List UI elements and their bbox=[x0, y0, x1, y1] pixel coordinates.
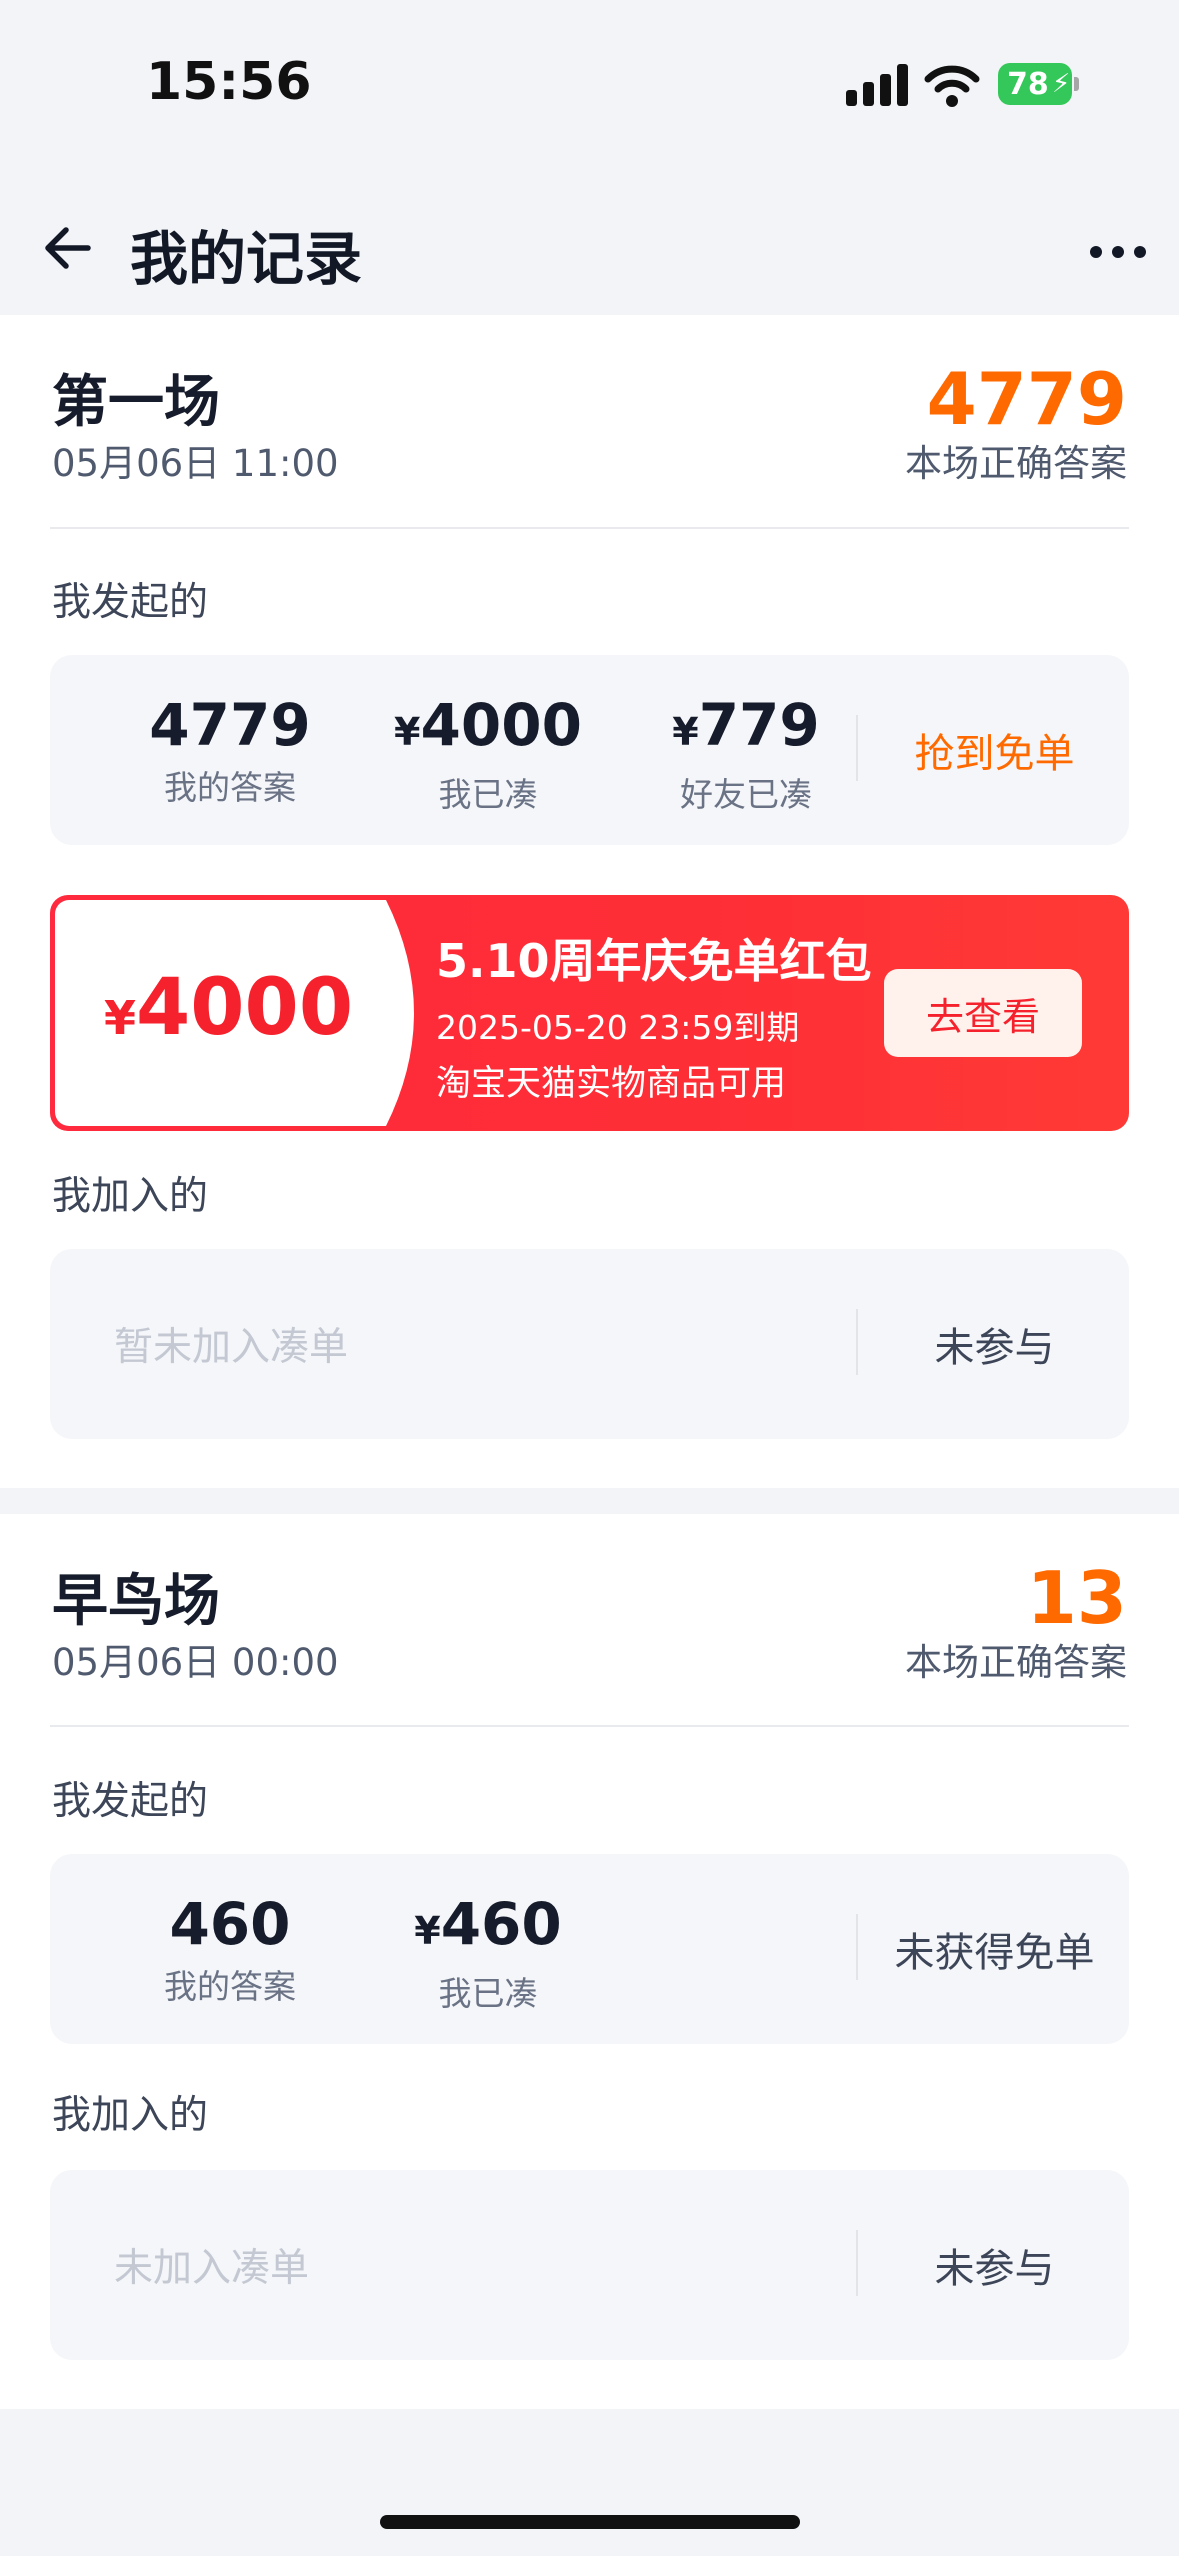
nav-bar: 我的记录 bbox=[0, 180, 1179, 315]
correct-answer-value: 4779 bbox=[926, 357, 1127, 441]
more-options-icon[interactable] bbox=[1090, 242, 1146, 262]
session-card: 早鸟场 05月06日 00:00 13 本场正确答案 我发起的 460 我的答案… bbox=[0, 1514, 1179, 2409]
my-answer-stat: 460 我的答案 bbox=[130, 1892, 330, 2008]
my-paid-label: 我已凑 bbox=[438, 1974, 538, 2013]
correct-answer-value: 13 bbox=[1026, 1556, 1127, 1640]
coupon-scope: 淘宝天猫实物商品可用 bbox=[436, 1064, 787, 1104]
my-answer-label: 我的答案 bbox=[164, 1967, 296, 2006]
initiated-section-label: 我发起的 bbox=[52, 1779, 209, 1824]
friend-paid-stat: ¥779 好友已凑 bbox=[646, 693, 846, 816]
home-indicator[interactable] bbox=[380, 2515, 800, 2529]
coupon-curve-decoration bbox=[350, 900, 414, 1126]
session-name: 第一场 bbox=[52, 370, 220, 435]
coupon-amount: ¥4000 bbox=[104, 963, 353, 1053]
my-answer-stat: 4779 我的答案 bbox=[130, 693, 330, 809]
session-name: 早鸟场 bbox=[52, 1569, 220, 1634]
coupon-expiry: 2025-05-20 23:59到期 bbox=[436, 1008, 800, 1047]
session-time: 05月06日 00:00 bbox=[52, 1641, 339, 1684]
currency-symbol: ¥ bbox=[414, 1909, 441, 1953]
divider bbox=[50, 527, 1129, 529]
my-paid-value: 460 bbox=[440, 1890, 562, 1958]
joined-section-label: 我加入的 bbox=[52, 2093, 209, 2138]
view-coupon-button[interactable]: 去查看 bbox=[884, 969, 1082, 1057]
my-answer-label: 我的答案 bbox=[164, 768, 296, 807]
back-arrow-icon[interactable] bbox=[40, 220, 96, 276]
correct-answer-label: 本场正确答案 bbox=[905, 442, 1127, 485]
my-paid-label: 我已凑 bbox=[438, 775, 538, 814]
status-time: 15:56 bbox=[146, 52, 312, 112]
session-time: 05月06日 11:00 bbox=[52, 442, 339, 485]
my-paid-stat: ¥4000 我已凑 bbox=[388, 693, 588, 816]
my-answer-value: 4779 bbox=[149, 691, 311, 759]
friend-paid-label: 好友已凑 bbox=[680, 775, 812, 814]
currency-symbol: ¥ bbox=[104, 991, 137, 1045]
charging-bolt-icon: ⚡ bbox=[1052, 69, 1071, 99]
wifi-icon bbox=[924, 65, 980, 107]
session-card: 第一场 05月06日 11:00 4779 本场正确答案 我发起的 4779 我… bbox=[0, 315, 1179, 1488]
initiated-stats: 4779 我的答案 ¥4000 我已凑 ¥779 好友已凑 抢到免单 bbox=[50, 655, 1129, 845]
my-paid-value: 4000 bbox=[420, 691, 582, 759]
divider bbox=[856, 2230, 858, 2296]
coupon-amount-value: 4000 bbox=[136, 963, 354, 1053]
free-order-result: 未获得免单 bbox=[894, 1930, 1095, 1976]
friend-paid-value: 779 bbox=[698, 691, 820, 759]
initiated-stats: 460 我的答案 ¥460 我已凑 未获得免单 bbox=[50, 1854, 1129, 2044]
currency-symbol: ¥ bbox=[672, 710, 699, 754]
joined-empty-text: 未加入凑单 bbox=[114, 2246, 310, 2291]
cellular-signal-icon bbox=[846, 64, 908, 106]
divider bbox=[50, 1725, 1129, 1727]
joined-section-label: 我加入的 bbox=[52, 1174, 209, 1219]
divider bbox=[856, 1309, 858, 1375]
battery-icon: 78 ⚡ bbox=[998, 63, 1079, 105]
free-order-result[interactable]: 抢到免单 bbox=[860, 655, 1129, 845]
divider bbox=[856, 715, 858, 781]
joined-empty-text: 暂未加入凑单 bbox=[114, 1325, 349, 1370]
coupon-title: 5.10周年庆免单红包 bbox=[436, 934, 872, 988]
my-paid-stat: ¥460 我已凑 bbox=[388, 1892, 588, 2015]
joined-result: 未参与 bbox=[934, 1325, 1055, 1371]
page-title: 我的记录 bbox=[130, 225, 363, 293]
my-answer-value: 460 bbox=[169, 1890, 291, 1958]
correct-answer-label: 本场正确答案 bbox=[905, 1641, 1127, 1684]
currency-symbol: ¥ bbox=[394, 710, 421, 754]
red-packet-coupon[interactable]: ¥4000 5.10周年庆免单红包 2025-05-20 23:59到期 淘宝天… bbox=[50, 895, 1129, 1131]
joined-stats: 暂未加入凑单 未参与 bbox=[50, 1249, 1129, 1439]
joined-stats: 未加入凑单 未参与 bbox=[50, 2170, 1129, 2360]
status-bar: 15:56 78 ⚡ bbox=[0, 0, 1179, 180]
joined-result: 未参与 bbox=[934, 2246, 1055, 2292]
initiated-section-label: 我发起的 bbox=[52, 580, 209, 625]
divider bbox=[856, 1914, 858, 1980]
